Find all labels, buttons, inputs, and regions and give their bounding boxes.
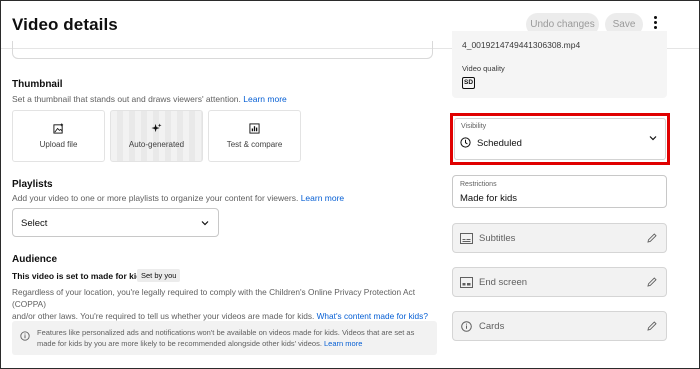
subtitles-label: Subtitles — [479, 233, 516, 244]
info-icon — [461, 321, 472, 332]
video-info-card: 4_0019214749441306308.mp4 Video quality … — [452, 31, 667, 98]
kids-info-text: Features like personalized ads and notif… — [37, 328, 415, 348]
audience-heading: Audience — [12, 254, 58, 265]
pencil-icon[interactable] — [646, 320, 658, 332]
cards-row[interactable]: Cards — [452, 311, 667, 341]
info-icon — [20, 331, 30, 341]
upload-file-label: Upload file — [39, 140, 78, 149]
playlist-select[interactable]: Select — [12, 208, 219, 237]
description-field[interactable] — [12, 41, 433, 59]
add-photo-icon — [53, 123, 64, 134]
made-for-kids-link[interactable]: What's content made for kids? — [317, 311, 428, 321]
chevron-down-icon — [649, 136, 657, 141]
thumbnail-heading: Thumbnail — [12, 79, 63, 90]
end-screen-icon — [460, 277, 473, 288]
video-filename: 4_0019214749441306308.mp4 — [462, 40, 581, 50]
page-title: Video details — [12, 15, 118, 34]
test-compare-label: Test & compare — [226, 140, 283, 149]
restrictions-label: Restrictions — [460, 181, 497, 188]
coppa-paragraph: Regardless of your location, you're lega… — [12, 287, 428, 321]
info-learn-more-link[interactable]: Learn more — [324, 339, 362, 348]
audience-status: This video is set to made for kids — [12, 271, 147, 281]
cards-label: Cards — [479, 321, 505, 332]
visibility-dropdown[interactable]: Visibility Scheduled — [454, 118, 666, 160]
playlist-select-value: Select — [21, 218, 48, 229]
bar-chart-icon — [249, 123, 260, 134]
pencil-icon[interactable] — [646, 232, 658, 244]
visibility-label: Visibility — [461, 123, 487, 130]
video-quality-label: Video quality — [462, 64, 505, 73]
test-compare-option[interactable]: Test & compare — [208, 110, 301, 162]
clock-icon — [460, 137, 471, 148]
set-by-you-badge: Set by you — [137, 269, 181, 282]
visibility-value: Scheduled — [477, 138, 522, 149]
sd-quality-icon: SD — [462, 77, 475, 89]
upload-file-option[interactable]: Upload file — [12, 110, 105, 162]
end-screen-row[interactable]: End screen — [452, 267, 667, 297]
playlists-learn-more-link[interactable]: Learn more — [301, 193, 344, 203]
thumbnail-learn-more-link[interactable]: Learn more — [243, 94, 286, 104]
restrictions-value: Made for kids — [460, 193, 518, 204]
subtitles-icon — [460, 233, 473, 244]
end-screen-label: End screen — [479, 277, 528, 288]
auto-generated-label: Auto-generated — [128, 140, 185, 149]
thumbnail-subtitle: Set a thumbnail that stands out and draw… — [12, 94, 287, 104]
video-details-window: Video details Undo changes Save Thumbnai… — [0, 0, 700, 369]
auto-generated-option[interactable]: Auto-generated — [110, 110, 203, 162]
sparkle-icon — [151, 123, 162, 133]
kids-info-notice: Features like personalized ads and notif… — [12, 321, 437, 355]
restrictions-field[interactable]: Restrictions Made for kids — [452, 175, 667, 208]
pencil-icon[interactable] — [646, 276, 658, 288]
playlists-heading: Playlists — [12, 179, 53, 190]
subtitles-row[interactable]: Subtitles — [452, 223, 667, 253]
playlists-subtitle: Add your video to one or more playlists … — [12, 193, 345, 203]
chevron-down-icon — [201, 221, 209, 226]
